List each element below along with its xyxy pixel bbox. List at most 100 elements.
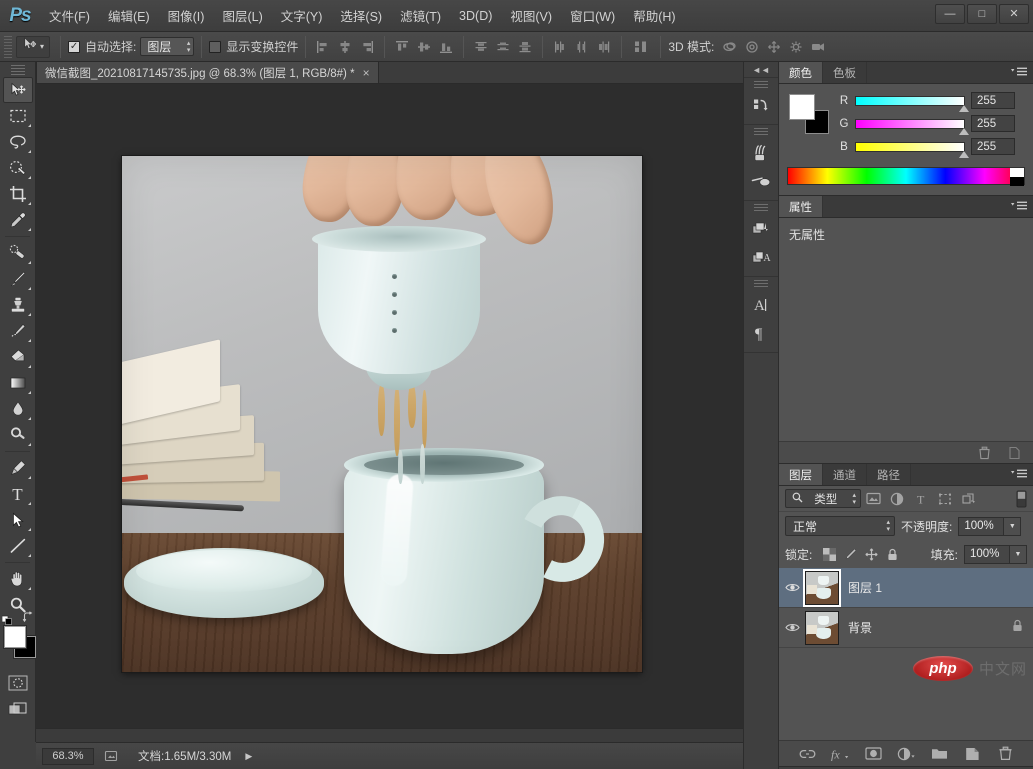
link-layers-button[interactable]: [797, 744, 817, 764]
green-value-field[interactable]: 255: [971, 115, 1015, 132]
move-tool[interactable]: [2, 77, 33, 103]
menu-help[interactable]: 帮助(H): [624, 2, 684, 29]
spot-healing-brush-tool[interactable]: [3, 240, 33, 266]
zoom-level-field[interactable]: 68.3%: [42, 747, 94, 765]
tab-properties[interactable]: 属性: [779, 196, 823, 217]
minimize-button[interactable]: —: [935, 4, 965, 24]
rectangular-marquee-tool[interactable]: [3, 103, 33, 129]
new-layer-button[interactable]: [962, 744, 982, 764]
eraser-tool[interactable]: [3, 344, 33, 370]
hand-tool[interactable]: [3, 566, 33, 592]
filter-adjustment-layers-icon[interactable]: [885, 488, 909, 510]
menu-filter[interactable]: 滤镜(T): [391, 2, 450, 29]
menu-view[interactable]: 视图(V): [501, 2, 561, 29]
align-top-edges-icon[interactable]: [392, 37, 412, 57]
tool-preset-chevron-down-icon[interactable]: ▾: [40, 42, 44, 51]
layer-name[interactable]: 图层 1: [848, 579, 1027, 596]
menu-3d[interactable]: 3D(D): [450, 5, 501, 27]
new-panel-button[interactable]: [1004, 443, 1024, 463]
menu-type[interactable]: 文字(Y): [272, 2, 332, 29]
distribute-left-edges-icon[interactable]: [550, 37, 570, 57]
scale-3d-camera-icon[interactable]: [808, 37, 828, 57]
blue-slider-thumb[interactable]: [959, 150, 969, 158]
document-preview-icon[interactable]: [102, 747, 120, 765]
options-bar-grip[interactable]: [4, 35, 12, 58]
horizontal-type-tool[interactable]: T: [3, 481, 33, 507]
filter-shape-layers-icon[interactable]: [933, 488, 957, 510]
align-bottom-edges-icon[interactable]: [436, 37, 456, 57]
tab-swatches[interactable]: 色板: [823, 62, 867, 83]
tab-channels[interactable]: 通道: [823, 464, 867, 485]
show-transform-controls-checkbox[interactable]: ✓: [209, 40, 222, 53]
align-left-edges-icon[interactable]: [313, 37, 333, 57]
slide-3d-object-icon[interactable]: [786, 37, 806, 57]
lock-all-icon[interactable]: [885, 547, 899, 561]
auto-select-checkbox[interactable]: ✓: [68, 40, 81, 53]
align-right-edges-icon[interactable]: [357, 37, 377, 57]
foreground-color-swatch[interactable]: [4, 626, 26, 648]
filter-type-layers-icon[interactable]: T: [909, 488, 933, 510]
lock-position-icon[interactable]: [864, 547, 878, 561]
spectrum-white[interactable]: [1010, 168, 1024, 177]
crop-tool[interactable]: [3, 181, 33, 207]
filter-pixel-layers-icon[interactable]: [861, 488, 885, 510]
green-slider-thumb[interactable]: [959, 127, 969, 135]
paragraph-panel-icon[interactable]: ¶: [746, 320, 776, 348]
new-group-button[interactable]: [929, 744, 949, 764]
layer-thumbnail[interactable]: [805, 570, 839, 605]
active-tool-preset[interactable]: ▾: [16, 35, 51, 58]
character-panel-icon[interactable]: A: [746, 291, 776, 319]
layer-visibility-toggle[interactable]: [779, 568, 805, 608]
panel-group-grip[interactable]: [754, 128, 768, 137]
menu-window[interactable]: 窗口(W): [561, 2, 624, 29]
opacity-chevron-down-icon[interactable]: ▼: [1004, 516, 1022, 536]
blend-mode-dropdown[interactable]: 正常 ▴ ▾: [785, 516, 895, 536]
quick-selection-tool[interactable]: [3, 155, 33, 181]
brush-presets-panel-icon[interactable]: [746, 168, 776, 196]
filter-smart-objects-icon[interactable]: [957, 488, 981, 510]
blue-slider[interactable]: [855, 141, 969, 158]
add-layer-style-button[interactable]: fx: [830, 744, 850, 764]
edit-in-quick-mask-mode-button[interactable]: [3, 671, 33, 695]
gradient-tool[interactable]: [3, 370, 33, 396]
tab-layers[interactable]: 图层: [779, 464, 823, 485]
layer-name[interactable]: 背景: [848, 619, 1012, 636]
panel-group-grip[interactable]: [754, 81, 768, 90]
layer-thumbnail[interactable]: [805, 610, 839, 645]
lock-transparent-pixels-icon[interactable]: [822, 547, 836, 561]
color-panel-foreground-swatch[interactable]: [789, 94, 815, 120]
menu-edit[interactable]: 编辑(E): [99, 2, 159, 29]
eyedropper-tool[interactable]: [3, 207, 33, 233]
history-panel-icon[interactable]: [746, 92, 776, 120]
red-slider[interactable]: [855, 95, 969, 112]
color-spectrum-ramp[interactable]: [787, 167, 1025, 186]
distribute-top-edges-icon[interactable]: [471, 37, 491, 57]
fill-value-field[interactable]: 100%: [964, 544, 1010, 564]
distribute-horizontal-centers-icon[interactable]: [572, 37, 592, 57]
line-tool[interactable]: [3, 533, 33, 559]
history-brush-tool[interactable]: [3, 318, 33, 344]
spectrum-white-black-swatches[interactable]: [1010, 168, 1024, 186]
document-tab[interactable]: 微信截图_20210817145735.jpg @ 68.3% (图层 1, R…: [36, 61, 379, 83]
pen-tool[interactable]: [3, 455, 33, 481]
layers-panel-menu-icon[interactable]: [1010, 468, 1028, 479]
layer-filter-type-dropdown[interactable]: 类型 ▴ ▾: [785, 489, 861, 508]
dodge-tool[interactable]: [3, 422, 33, 448]
red-slider-thumb[interactable]: [959, 104, 969, 112]
blur-tool[interactable]: [3, 396, 33, 422]
adjustments-panel-icon[interactable]: A: [746, 244, 776, 272]
change-screen-mode-button[interactable]: [3, 698, 33, 722]
auto-align-layers-icon[interactable]: [629, 37, 653, 57]
drag-3d-object-icon[interactable]: [764, 37, 784, 57]
add-layer-mask-button[interactable]: [863, 744, 883, 764]
panel-group-grip[interactable]: [754, 204, 768, 213]
tab-color[interactable]: 颜色: [779, 62, 823, 83]
path-selection-tool[interactable]: [3, 507, 33, 533]
menu-file[interactable]: 文件(F): [40, 2, 99, 29]
menu-select[interactable]: 选择(S): [331, 2, 391, 29]
maximize-button[interactable]: □: [967, 4, 997, 24]
brush-panel-icon[interactable]: [746, 139, 776, 167]
rotate-3d-object-icon[interactable]: [720, 37, 740, 57]
green-slider[interactable]: [855, 118, 969, 135]
menu-image[interactable]: 图像(I): [159, 2, 214, 29]
